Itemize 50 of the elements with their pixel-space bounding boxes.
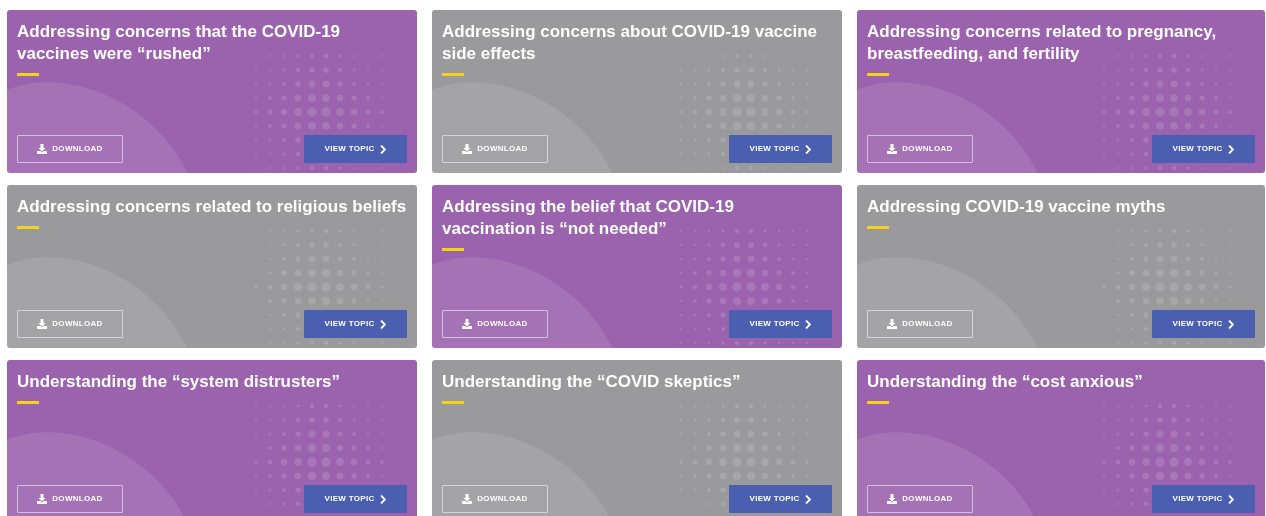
chevron-right-icon bbox=[380, 144, 387, 154]
download-button[interactable]: DOWNLOAD bbox=[17, 135, 123, 163]
chevron-right-icon bbox=[380, 319, 387, 329]
topic-title: Addressing concerns related to religious beliefs bbox=[17, 196, 407, 218]
download-icon bbox=[887, 144, 898, 154]
chevron-right-icon bbox=[1228, 144, 1235, 154]
topic-title: Addressing concerns that the COVID-19 vaccines were “rushed” bbox=[17, 21, 342, 65]
accent-bar bbox=[17, 401, 39, 404]
download-icon bbox=[462, 144, 473, 154]
topic-title: Understanding the “cost anxious” bbox=[867, 371, 1144, 393]
chevron-right-icon bbox=[805, 144, 812, 154]
view-topic-button[interactable]: VIEW TOPIC bbox=[304, 485, 407, 513]
accent-bar bbox=[867, 226, 889, 229]
view-topic-button[interactable]: VIEW TOPIC bbox=[729, 485, 832, 513]
accent-bar bbox=[442, 73, 464, 76]
accent-bar bbox=[867, 73, 889, 76]
download-icon bbox=[887, 494, 898, 504]
chevron-right-icon bbox=[805, 319, 812, 329]
view-topic-button[interactable]: VIEW TOPIC bbox=[304, 310, 407, 338]
view-topic-button[interactable]: VIEW TOPIC bbox=[304, 135, 407, 163]
chevron-right-icon bbox=[380, 494, 387, 504]
accent-bar bbox=[867, 401, 889, 404]
accent-bar bbox=[17, 73, 39, 76]
accent-bar bbox=[442, 401, 464, 404]
topic-title: Understanding the “system distrusters” bbox=[17, 371, 342, 393]
download-button[interactable]: DOWNLOAD bbox=[442, 310, 548, 338]
download-icon bbox=[37, 144, 48, 154]
download-icon bbox=[462, 319, 473, 329]
download-button[interactable]: DOWNLOAD bbox=[867, 135, 973, 163]
chevron-right-icon bbox=[805, 494, 812, 504]
accent-bar bbox=[442, 248, 464, 251]
topic-title: Understanding the “COVID skeptics” bbox=[442, 371, 742, 393]
view-topic-button[interactable]: VIEW TOPIC bbox=[1152, 485, 1255, 513]
accent-bar bbox=[17, 226, 39, 229]
download-icon bbox=[462, 494, 473, 504]
topic-title: Addressing concerns about COVID-19 vaccine side effects bbox=[442, 21, 819, 65]
topic-title: Addressing the belief that COVID-19 vaccination is “not needed” bbox=[442, 196, 735, 240]
view-topic-button[interactable]: VIEW TOPIC bbox=[1152, 310, 1255, 338]
view-topic-button[interactable]: VIEW TOPIC bbox=[1152, 135, 1255, 163]
chevron-right-icon bbox=[1228, 319, 1235, 329]
topic-title: Addressing COVID-19 vaccine myths bbox=[867, 196, 1167, 218]
view-topic-button[interactable]: VIEW TOPIC bbox=[729, 310, 832, 338]
download-button[interactable]: DOWNLOAD bbox=[17, 485, 123, 513]
topic-title: Addressing concerns related to pregnancy, breastfeeding, and fertility bbox=[867, 21, 1218, 65]
view-topic-button[interactable]: VIEW TOPIC bbox=[729, 135, 832, 163]
chevron-right-icon bbox=[1228, 494, 1235, 504]
download-icon bbox=[37, 319, 48, 329]
download-button[interactable]: DOWNLOAD bbox=[867, 485, 973, 513]
download-icon bbox=[887, 319, 898, 329]
download-icon bbox=[37, 494, 48, 504]
